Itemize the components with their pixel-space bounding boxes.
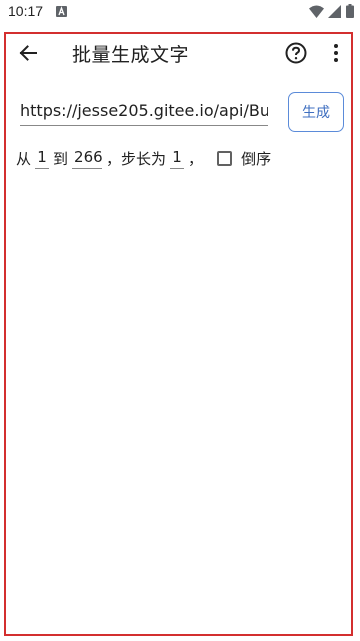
to-label: 到 <box>53 149 69 168</box>
url-input[interactable]: https://jesse205.gitee.io/api/Bu <box>20 96 268 126</box>
help-circle-icon[interactable] <box>285 42 307 64</box>
to-number-input[interactable]: 266 <box>72 148 103 169</box>
wifi-icon <box>309 5 324 18</box>
comma-separator: ， <box>188 149 204 168</box>
range-settings-row: 从 1 到 266 ，步长为 1 ， 倒序 <box>16 144 271 172</box>
from-label: 从 <box>16 149 32 168</box>
signal-icon <box>328 5 341 18</box>
reverse-order-checkbox[interactable] <box>217 150 233 166</box>
from-number-input[interactable]: 1 <box>35 148 50 169</box>
page-title: 批量生成文字 <box>72 44 190 66</box>
reverse-order-label[interactable]: 倒序 <box>241 148 271 169</box>
generate-button[interactable]: 生成 <box>288 92 344 132</box>
more-vertical-icon[interactable] <box>333 43 339 63</box>
step-number-input[interactable]: 1 <box>170 148 185 169</box>
status-bar: 10:17 <box>0 0 360 24</box>
back-arrow-icon[interactable] <box>18 43 38 63</box>
status-time: 10:17 <box>8 3 44 19</box>
battery-icon <box>346 4 354 18</box>
a-notification-icon <box>56 6 67 17</box>
step-label: ，步长为 <box>106 149 167 168</box>
